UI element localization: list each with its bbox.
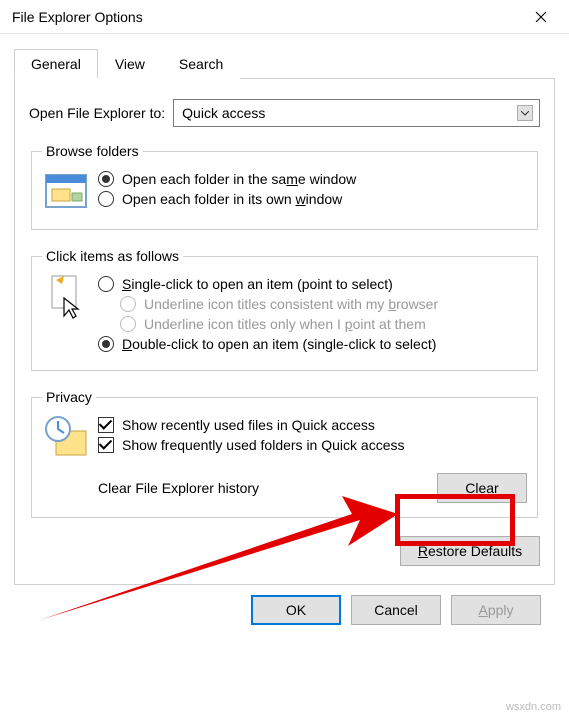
privacy-legend: Privacy (42, 389, 96, 405)
window-title: File Explorer Options (12, 9, 143, 25)
radio-label-own-window[interactable]: Open each folder in its own window (122, 191, 342, 207)
tab-view[interactable]: View (98, 49, 162, 79)
radio-underline-point (120, 316, 136, 332)
privacy-group: Privacy Show recently used files in Quic… (31, 389, 538, 518)
clear-button[interactable]: Clear (437, 473, 527, 503)
open-explorer-label: Open File Explorer to: (29, 105, 165, 121)
chevron-down-icon (517, 105, 533, 121)
tab-label: General (31, 56, 81, 72)
tab-label: Search (179, 56, 223, 72)
close-icon (535, 11, 547, 23)
open-explorer-row: Open File Explorer to: Quick access (29, 99, 540, 127)
browse-folders-group: Browse folders Open each folder in the s… (31, 143, 538, 230)
radio-label-double-click[interactable]: Double-click to open an item (single-cli… (122, 336, 436, 352)
dropdown-value: Quick access (182, 105, 265, 121)
radio-underline-browser (120, 296, 136, 312)
tab-strip: General View Search (14, 48, 555, 79)
radio-single-click[interactable] (98, 276, 114, 292)
watermark-text: wsxdn.com (506, 701, 561, 713)
browse-folders-legend: Browse folders (42, 143, 143, 159)
close-button[interactable] (521, 2, 561, 32)
file-cursor-icon (42, 272, 90, 320)
ok-button[interactable]: OK (251, 595, 341, 625)
checkbox-label-show-frequent[interactable]: Show frequently used folders in Quick ac… (122, 437, 404, 453)
folder-window-icon (42, 167, 90, 215)
dialog-body: General View Search Open File Explorer t… (0, 34, 569, 651)
checkbox-label-show-recent[interactable]: Show recently used files in Quick access (122, 417, 375, 433)
radio-double-click[interactable] (98, 336, 114, 352)
radio-label-underline-browser: Underline icon titles consistent with my… (144, 296, 438, 312)
radio-label-same-window[interactable]: Open each folder in the same window (122, 171, 356, 187)
radio-same-window[interactable] (98, 171, 114, 187)
open-explorer-dropdown[interactable]: Quick access (173, 99, 540, 127)
tab-content: Open File Explorer to: Quick access Brow… (14, 79, 555, 585)
apply-button: Apply (451, 595, 541, 625)
tab-general[interactable]: General (14, 49, 98, 79)
clock-folder-icon (42, 413, 90, 461)
radio-label-underline-point: Underline icon titles only when I point … (144, 316, 426, 332)
restore-defaults-button[interactable]: Restore Defaults (400, 536, 540, 566)
checkbox-show-recent[interactable] (98, 417, 114, 433)
tab-search[interactable]: Search (162, 49, 240, 79)
checkbox-show-frequent[interactable] (98, 437, 114, 453)
bottom-button-bar: OK Cancel Apply (14, 585, 555, 639)
titlebar: File Explorer Options (0, 0, 569, 34)
click-items-legend: Click items as follows (42, 248, 183, 264)
click-items-group: Click items as follows Single-click to o… (31, 248, 538, 371)
clear-history-label: Clear File Explorer history (98, 480, 259, 496)
radio-own-window[interactable] (98, 191, 114, 207)
radio-label-single-click[interactable]: Single-click to open an item (point to s… (122, 276, 393, 292)
tab-label: View (115, 56, 145, 72)
cancel-button[interactable]: Cancel (351, 595, 441, 625)
